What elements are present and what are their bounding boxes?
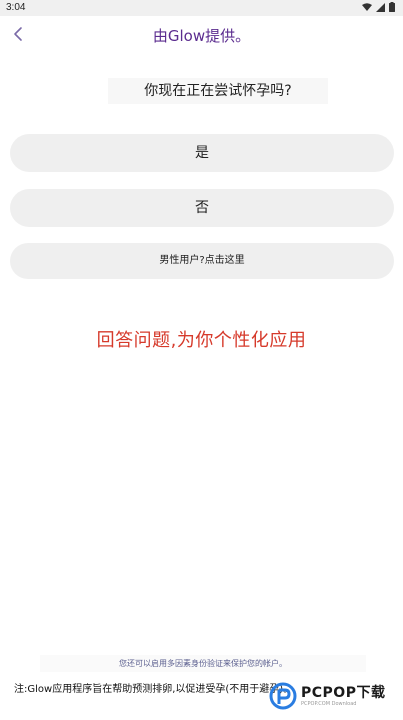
status-icons — [362, 2, 395, 15]
question-text: 你现在正在尝试怀孕吗? — [108, 78, 328, 104]
watermark-text-group: PCPOP下载 PCPOP.COM Download — [301, 686, 385, 707]
signal-icon — [376, 2, 385, 15]
yes-button[interactable]: 是 — [10, 134, 394, 172]
header: 由Glow提供。 — [0, 16, 403, 56]
wifi-icon — [362, 2, 372, 15]
mfa-link[interactable]: 您还可以启用多因素身份验证来保护您的帐户。 — [40, 655, 366, 672]
pcpop-logo-icon — [269, 682, 297, 710]
header-title: 由Glow提供。 — [152, 27, 251, 45]
watermark: PCPOP下载 PCPOP.COM Download — [269, 676, 399, 716]
watermark-text: PCPOP下载 — [301, 684, 386, 701]
battery-icon — [389, 2, 395, 15]
male-user-button[interactable]: 男性用户?点击这里 — [10, 243, 394, 279]
no-button[interactable]: 否 — [10, 189, 394, 227]
promo-text: 回答问题,为你个性化应用 — [96, 330, 307, 351]
status-time: 3:04 — [6, 2, 26, 13]
status-bar: 3:04 — [0, 0, 403, 16]
watermark-subtext: PCPOP.COM Download — [301, 700, 357, 707]
